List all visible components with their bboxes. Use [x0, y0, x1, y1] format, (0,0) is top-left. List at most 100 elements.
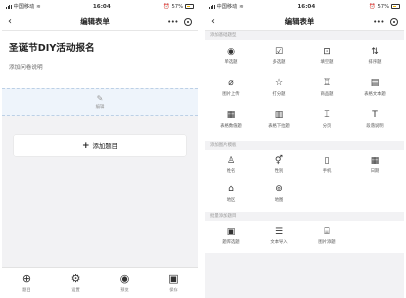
tab-questions[interactable]: ⊕ 题目: [7, 273, 47, 293]
option-label: 多选题: [272, 60, 286, 66]
form-title[interactable]: 圣诞节DIY活动报名: [9, 40, 191, 54]
left-phone-screen: 中国移动 ≋ 16:04 ⏰ 57% ‹ 编辑表单 ••• 圣诞节DIY活动报名…: [2, 0, 198, 298]
close-miniapp-icon[interactable]: [389, 17, 398, 26]
add-circle-icon: ⊕: [21, 272, 32, 285]
section-header-basic: 添加基础题型: [210, 33, 237, 38]
status-bar: 中国移动 ≋ 16:04 ⏰ 57%: [2, 0, 198, 13]
more-button[interactable]: •••: [373, 18, 384, 26]
tab-settings[interactable]: ⚙ 设置: [56, 273, 96, 293]
clock: 16:04: [297, 3, 316, 10]
option-label: 日期: [370, 169, 380, 175]
tab-save[interactable]: ▣ 保存: [154, 273, 194, 293]
option-label: 手机: [322, 169, 332, 175]
option-fill-blank[interactable]: ⊡ 填空题: [303, 44, 351, 68]
tab-label: 设置: [71, 287, 80, 292]
template-grid: ♙ 姓名 ⚥ 性别 ▯ 手机 ▦ 日期 ⌂ 地区 ⊚ 地图: [205, 150, 404, 212]
edit-icon: ✎: [96, 93, 104, 103]
gear-icon: ⚙: [70, 272, 81, 285]
plus-icon: +: [81, 140, 90, 151]
map-pin-icon: ⊚: [275, 184, 283, 195]
option-single-choice[interactable]: ◉ 单选题: [207, 44, 255, 68]
option-page-break[interactable]: ⌶ 分页: [303, 107, 351, 131]
section-header-batch: 批量添加题目: [210, 214, 237, 219]
option-label: 表格数值题: [220, 123, 242, 129]
form-description[interactable]: 添加问卷说明: [9, 63, 191, 71]
phone-icon: ▯: [324, 155, 330, 166]
edit-label: 编辑: [95, 104, 105, 110]
option-label: 地图: [274, 197, 284, 203]
option-label: 表格下拉题: [268, 123, 290, 129]
option-label: 表格文本题: [364, 91, 386, 97]
tab-preview[interactable]: ◉ 预览: [105, 273, 145, 293]
document-icon: ☰: [274, 226, 284, 237]
add-question-label: 添加题目: [92, 142, 119, 150]
scan-icon: ⌸: [324, 226, 330, 237]
page-break-icon: ⌶: [324, 110, 330, 121]
battery-icon: [185, 4, 194, 9]
tab-label: 题目: [22, 287, 31, 292]
alarm-icon: ⏰: [369, 3, 376, 10]
template-region[interactable]: ⌂ 地区: [207, 182, 255, 206]
option-sort[interactable]: ⇅ 排序题: [351, 44, 399, 68]
wifi-icon: ≋: [36, 3, 41, 10]
template-gender[interactable]: ⚥ 性别: [255, 153, 303, 177]
signal-icon: [6, 4, 12, 9]
battery-group: ⏰ 57%: [163, 4, 194, 10]
option-label: 填空题: [320, 60, 334, 66]
save-icon: ▣: [168, 272, 179, 285]
battery-icon: [391, 4, 400, 9]
clock: 16:04: [92, 3, 111, 10]
signal-group: 中国移动 ≋: [6, 3, 41, 10]
option-label: 图片上传: [222, 91, 240, 97]
batch-question-bank[interactable]: ▣ 题库选题: [207, 224, 255, 248]
battery-group: ⏰ 57%: [369, 4, 400, 10]
option-table-text[interactable]: ▤ 表格文本题: [351, 76, 399, 100]
close-miniapp-icon[interactable]: [183, 17, 192, 26]
signal-icon: [209, 4, 215, 9]
text-field-icon: ⊡: [323, 46, 331, 57]
back-button[interactable]: ‹: [8, 16, 28, 27]
table-number-icon: ▦: [226, 110, 236, 121]
template-date[interactable]: ▦ 日期: [351, 153, 399, 177]
gender-icon: ⚥: [274, 155, 284, 166]
eye-icon: ◉: [119, 272, 130, 285]
option-label: 段落说明: [366, 123, 384, 129]
table-dropdown-icon: ▥: [274, 110, 284, 121]
edit-header-area[interactable]: ✎ 编辑: [2, 88, 198, 116]
right-phone-screen: 中国移动 ≋ 16:04 ⏰ 57% ‹ 编辑表单 ••• 添加基础题型 ◉ 单选…: [205, 0, 404, 298]
sort-icon: ⇅: [371, 46, 379, 57]
option-image-upload[interactable]: ⌀ 图片上传: [207, 76, 255, 100]
add-question-button[interactable]: + 添加题目: [14, 135, 186, 156]
more-button[interactable]: •••: [167, 18, 178, 26]
option-product[interactable]: ♖ 商品题: [303, 76, 351, 100]
option-label: 排序题: [368, 60, 382, 66]
option-label: 图片添题: [318, 240, 336, 246]
option-paragraph[interactable]: T 段落说明: [351, 107, 399, 131]
option-multi-choice[interactable]: ☑ 多选题: [255, 44, 303, 68]
basic-question-grid: ◉ 单选题 ☑ 多选题 ⊡ 填空题 ⇅ 排序题 ⌀ 图片上传 ☆ 打分题 ♖ 商品题 ▤ 表格文…: [205, 40, 404, 141]
template-phone[interactable]: ▯ 手机: [303, 153, 351, 177]
option-label: 姓名: [226, 169, 236, 175]
batch-text-import[interactable]: ☰ 文本导入: [255, 224, 303, 248]
option-label: 分页: [322, 123, 332, 129]
option-table-dropdown[interactable]: ▥ 表格下拉题: [255, 107, 303, 131]
tab-label: 预览: [120, 287, 129, 292]
paperclip-icon: ⌀: [228, 78, 234, 89]
batch-image-add[interactable]: ⌸ 图片添题: [303, 224, 351, 248]
option-table-number[interactable]: ▦ 表格数值题: [207, 107, 255, 131]
option-label: 地区: [226, 197, 236, 203]
option-rating[interactable]: ☆ 打分题: [255, 76, 303, 100]
checkbox-icon: ☑: [274, 46, 284, 57]
bottom-tab-bar: ⊕ 题目 ⚙ 设置 ◉ 预览 ▣ 保存: [2, 267, 198, 298]
option-label: 单选题: [224, 60, 238, 66]
option-label: 性别: [274, 169, 284, 175]
battery-percent: 57%: [377, 3, 389, 10]
template-map[interactable]: ⊚ 地图: [255, 182, 303, 206]
back-button[interactable]: ‹: [211, 16, 231, 27]
page-title: 编辑表单: [284, 17, 315, 26]
table-text-icon: ▤: [370, 78, 380, 89]
text-icon: T: [372, 110, 378, 121]
template-name[interactable]: ♙ 姓名: [207, 153, 255, 177]
tab-label: 保存: [169, 287, 178, 292]
building-icon: ⌂: [228, 184, 234, 195]
